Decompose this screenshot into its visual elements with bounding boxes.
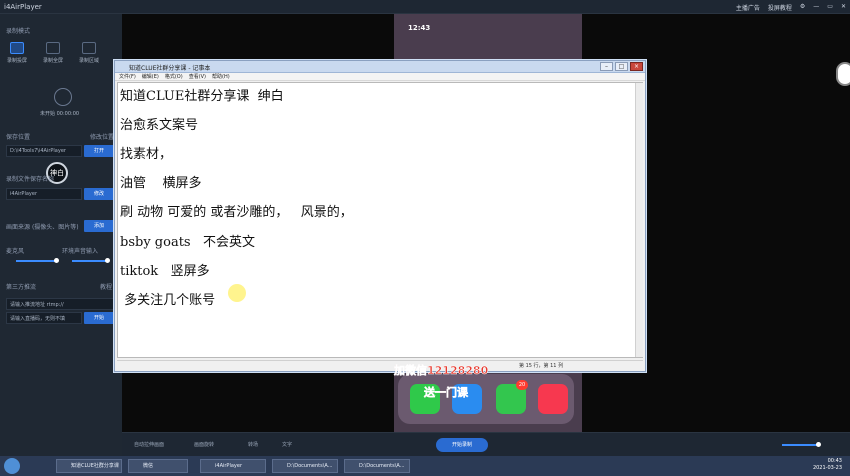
system-clock: 00:43 2021-03-23 <box>812 458 842 471</box>
side-float-icon[interactable] <box>836 62 850 86</box>
notepad-window: 知道CLUE社群分享课 - 记事本 – □ × 文件(F) 编辑(E) 格式(O… <box>114 60 646 372</box>
rotate-toggle[interactable]: 画面旋转 <box>194 441 214 448</box>
text-line: 刷 动物 可爱的 或者沙雕的， 风景的， <box>120 205 353 220</box>
modify-button[interactable]: 修改 <box>84 188 114 200</box>
tutorial-link[interactable]: 投屏教程 <box>768 3 792 12</box>
notepad-statusbar: 第 15 行，第 11 列 <box>117 360 643 370</box>
menu-file[interactable]: 文件(F) <box>119 73 136 80</box>
menu-help[interactable]: 帮助(H) <box>212 73 230 80</box>
record-mode-label: 录制模式 <box>6 28 31 35</box>
text-line: 油管 横屏多 <box>120 176 202 191</box>
phone-icon <box>10 42 24 54</box>
task-wechat[interactable]: 微信 <box>128 459 188 473</box>
task-airplayer[interactable]: i4AirPlayer <box>200 459 266 473</box>
mic-slider-knob[interactable] <box>54 258 59 263</box>
close-icon[interactable]: ✕ <box>841 3 846 12</box>
maximize-icon[interactable]: ▭ <box>827 3 833 12</box>
messages-badge: 20 <box>516 380 528 390</box>
task-explorer-1[interactable]: D:\Documents\A... <box>272 459 338 473</box>
text-line: 治愈系文案号 <box>120 118 199 133</box>
menu-format[interactable]: 格式(O) <box>165 73 183 80</box>
notepad-titlebar: 知道CLUE社群分享课 - 记事本 – □ × <box>115 61 645 73</box>
minimize-icon[interactable]: – <box>600 62 613 71</box>
titlebar-links: 主播广告 投屏教程 ⚙ — ▭ ✕ <box>736 3 846 12</box>
push-key-input[interactable]: 请输入直播码，无则不填 <box>6 312 82 324</box>
push-url-input[interactable]: 请输入推流地址 rtmp:// <box>6 298 114 310</box>
record-modes: 录制投屏 录制全屏 录制区域 <box>6 42 100 64</box>
volume-knob[interactable] <box>816 442 821 447</box>
task-explorer-2[interactable]: D:\Documents\A... <box>344 459 410 473</box>
close-icon[interactable]: × <box>630 62 643 71</box>
menu-view[interactable]: 查看(V) <box>189 73 206 80</box>
start-icon[interactable] <box>4 458 20 474</box>
start-push-button[interactable]: 开始 <box>84 312 114 324</box>
text-line: bsby goats 不会英文 <box>120 235 255 250</box>
filename-label: 录制文件保存名称 <box>6 176 55 183</box>
record-status: 未开始 00:00:00 <box>40 111 80 117</box>
notepad-scrollbar[interactable] <box>635 83 643 357</box>
add-source-button[interactable]: 添加 <box>84 220 114 232</box>
notepad-text-area[interactable]: 知道CLUE社群分享课 绅白 治愈系文案号 找素材， 油管 横屏多 刷 动物 可… <box>117 82 643 358</box>
cursor-position: 第 15 行，第 11 列 <box>519 363 564 369</box>
mic-slider[interactable] <box>16 260 56 262</box>
menu-edit[interactable]: 编辑(E) <box>142 73 159 80</box>
third-party-label: 第三方推流 <box>6 284 37 291</box>
sidebar: 录制模式 录制投屏 录制全屏 录制区域 未开始 00:00:00 保存位置 修改… <box>0 14 122 456</box>
text-line: 知道CLUE社群分享课 绅白 <box>120 89 284 104</box>
notepad-controls: – □ × <box>600 62 643 71</box>
music-app-icon[interactable] <box>538 384 568 414</box>
text-line: 多关注几个账号 <box>120 293 216 308</box>
settings-icon[interactable]: ⚙ <box>800 3 805 12</box>
mic-label: 麦克风 <box>6 248 25 255</box>
mode-screencast[interactable]: 录制投屏 <box>6 42 28 64</box>
third-party-tutorial[interactable]: 教程 <box>100 282 112 291</box>
mode-fullscreen[interactable]: 录制全屏 <box>42 42 64 64</box>
ambient-slider-knob[interactable] <box>105 258 110 263</box>
source-label: 画面来源 (摄像头、图片等) <box>6 224 79 231</box>
start-record-button[interactable]: 开始录制 <box>436 438 488 452</box>
volume-slider[interactable] <box>782 444 818 446</box>
ambient-slider[interactable] <box>72 260 108 262</box>
maximize-icon[interactable]: □ <box>615 62 628 71</box>
save-path-field[interactable]: D:\i4Tools7\i4AirPlayer <box>6 145 82 157</box>
mouse-cursor-highlight <box>228 284 246 302</box>
app-title: i4AirPlayer <box>4 3 42 11</box>
watermark-wechat: 加微信12128280 <box>394 364 489 378</box>
text-toggle[interactable]: 文字 <box>282 441 292 448</box>
app-titlebar: i4AirPlayer 主播广告 投屏教程 ⚙ — ▭ ✕ <box>0 0 850 14</box>
minimize-icon[interactable]: — <box>813 3 819 12</box>
notepad-menu: 文件(F) 编辑(E) 格式(O) 查看(V) 帮助(H) <box>115 73 645 81</box>
windows-taskbar: 知道CLUE社群分享课 微信 i4AirPlayer D:\Documents\… <box>0 456 850 476</box>
region-icon <box>82 42 96 54</box>
text-line: tiktok 竖屏多 <box>120 264 210 279</box>
notepad-title: 知道CLUE社群分享课 - 记事本 <box>129 65 211 72</box>
open-button[interactable]: 打开 <box>84 145 114 157</box>
auto-stretch-toggle[interactable]: 自动拉伸画面 <box>134 441 164 448</box>
filename-field[interactable]: i4AirPlayer <box>6 188 82 200</box>
watermark-course: 送一门课 <box>424 386 469 400</box>
save-location-label: 保存位置 <box>6 134 31 141</box>
transition-toggle[interactable]: 转场 <box>248 441 258 448</box>
ad-link[interactable]: 主播广告 <box>736 3 760 12</box>
task-notepad[interactable]: 知道CLUE社群分享课 <box>56 459 122 473</box>
change-location-link[interactable]: 修改位置 <box>90 132 114 141</box>
record-button[interactable] <box>54 88 72 106</box>
mode-region[interactable]: 录制区域 <box>78 42 100 64</box>
phone-time: 12:43 <box>408 24 431 32</box>
bottom-toolbar: 自动拉伸画面 画面旋转 转场 文字 开始录制 <box>122 432 850 456</box>
text-line: 找素材， <box>120 147 173 162</box>
ambient-label: 环境声音输入 <box>62 248 99 255</box>
monitor-icon <box>46 42 60 54</box>
